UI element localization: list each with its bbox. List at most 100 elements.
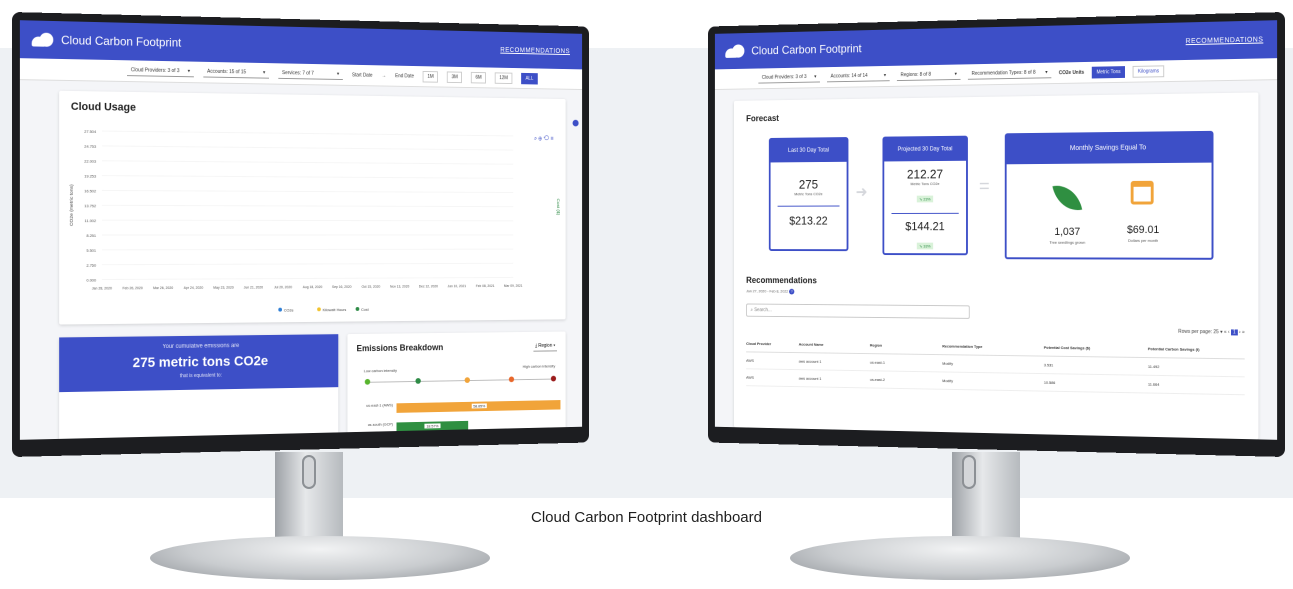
y-tick-label: 16.502 bbox=[84, 188, 96, 193]
intensity-dot bbox=[550, 375, 557, 382]
cloud-logo-icon bbox=[32, 32, 54, 46]
monthly-savings-card: Monthly Savings Equal To 1,037 Tree seed… bbox=[1004, 130, 1214, 260]
calendar-icon bbox=[1130, 180, 1154, 205]
x-tick-label: Sep 16, 2020 bbox=[332, 285, 352, 289]
grid-line bbox=[102, 249, 513, 250]
pagination-last-icon[interactable]: » bbox=[1242, 330, 1245, 336]
range-all[interactable]: ALL bbox=[521, 72, 538, 85]
app-title: Cloud Carbon Footprint bbox=[61, 33, 182, 50]
projected-co2: 212.27 bbox=[906, 166, 944, 182]
x-tick-label: Jun 21, 2020 bbox=[244, 285, 263, 289]
table-cell: 11.492 bbox=[1147, 363, 1160, 370]
chevron-down-icon: ▾ bbox=[336, 71, 340, 78]
y-tick-label: 22.003 bbox=[84, 159, 97, 164]
accounts-filter[interactable]: Accounts: 14 of 14 ▾ bbox=[827, 70, 890, 83]
info-icon[interactable]: ? bbox=[789, 288, 795, 295]
accounts-filter[interactable]: Accounts: 15 of 15 ▾ bbox=[203, 66, 270, 79]
breakdown-bar[interactable]: 58.85% bbox=[396, 400, 561, 413]
legend-label: CO2e bbox=[284, 308, 294, 313]
regions-filter[interactable]: Regions: 8 of 8 ▾ bbox=[896, 69, 961, 82]
table-cell: aws account 1 bbox=[798, 375, 822, 381]
y-tick-label: 13.752 bbox=[84, 203, 96, 208]
projected-cost-change-badge: ⇘ 33% bbox=[916, 242, 934, 250]
y-tick-label: 5.501 bbox=[86, 248, 96, 253]
x-tick-label: Jan 28, 2020 bbox=[92, 286, 112, 290]
left-monitor-bezel: Cloud Carbon Footprint RECOMMENDATIONS C… bbox=[12, 12, 590, 457]
recommendations-link[interactable]: RECOMMENDATIONS bbox=[500, 46, 570, 54]
intensity-scale bbox=[367, 378, 555, 383]
equals-icon: = bbox=[978, 176, 990, 198]
legend-swatch bbox=[317, 307, 321, 312]
range-6m[interactable]: 6M bbox=[471, 71, 487, 84]
pagination-prev-icon[interactable]: ‹ bbox=[1228, 329, 1230, 335]
end-date-input[interactable]: End Date bbox=[395, 73, 414, 79]
range-3m[interactable]: 3M bbox=[447, 70, 463, 83]
search-box[interactable]: ⌕ Search... bbox=[746, 303, 970, 319]
forecast-card: Forecast Last 30 Day Total 275 Metric To… bbox=[733, 92, 1259, 440]
y-tick-label: 19.253 bbox=[84, 173, 97, 178]
x-tick-label: Jul 20, 2020 bbox=[274, 285, 292, 289]
legend-label: Kilowatt Hours bbox=[323, 307, 347, 312]
recommendations-range: Jan 27, 2020 - Feb 8, 2022 ? bbox=[746, 288, 795, 295]
col-header[interactable]: Cloud Provider bbox=[746, 341, 799, 346]
co2e-units-label: CO2e Units bbox=[1058, 69, 1085, 76]
unit-metric-tons[interactable]: Metric Tons bbox=[1091, 65, 1126, 78]
x-tick-label: Dec 12, 2020 bbox=[419, 284, 438, 288]
col-header[interactable]: Recommendation Type bbox=[942, 344, 1044, 350]
col-header[interactable]: Potential Cost Savings ($) bbox=[1044, 345, 1148, 351]
breakdown-title: Emissions Breakdown bbox=[356, 342, 444, 354]
grid-line bbox=[102, 263, 513, 264]
arrow-right-icon: → bbox=[381, 72, 387, 79]
y-axis-label-right: Cost ($) bbox=[555, 198, 560, 215]
dollars-label: Dollars per month bbox=[1128, 237, 1159, 243]
last-30-title: Last 30 Day Total bbox=[770, 138, 847, 163]
cloud-providers-filter[interactable]: Cloud Providers: 3 of 3 ▾ bbox=[127, 65, 194, 78]
pagination-next-icon[interactable]: › bbox=[1239, 330, 1241, 336]
col-header[interactable]: Region bbox=[870, 343, 942, 349]
legend-swatch bbox=[278, 307, 283, 312]
recommendation-types-filter[interactable]: Recommendation Types: 8 of 8 ▾ bbox=[967, 67, 1052, 80]
emissions-value: 275 metric tons CO2e bbox=[132, 352, 269, 371]
grid-line bbox=[102, 220, 513, 221]
x-tick-label: Feb 08, 2021 bbox=[476, 284, 495, 288]
chevron-down-icon: ▾ bbox=[883, 72, 887, 79]
chevron-down-icon: ▾ bbox=[262, 69, 266, 76]
grid-line bbox=[102, 131, 513, 136]
table-cell: AWS bbox=[746, 357, 754, 363]
cloud-usage-chart: 27.504 24.753 22.003 19.253 16.502 13.752 11.0… bbox=[69, 129, 561, 313]
cloud-logo-icon bbox=[725, 44, 744, 58]
recommendations-link[interactable]: RECOMMENDATIONS bbox=[1186, 36, 1264, 45]
left-screen: Cloud Carbon Footprint RECOMMENDATIONS C… bbox=[19, 20, 583, 440]
table-cell: us-east-2 bbox=[869, 376, 885, 383]
last-30-divider bbox=[777, 205, 840, 207]
pagination-first-icon[interactable]: « bbox=[1224, 329, 1227, 335]
rows-per-page[interactable]: Rows per page: 25 ▾ « ‹ 1 › » bbox=[1178, 329, 1245, 336]
projected-30-day-card: Projected 30 Day Total 212.27 Metric Ton… bbox=[882, 135, 968, 256]
scroll-indicator-icon[interactable] bbox=[572, 119, 579, 127]
pagination-page-1[interactable]: 1 bbox=[1230, 329, 1238, 336]
unit-kilograms[interactable]: Kilograms bbox=[1133, 64, 1164, 78]
chevron-down-icon: ▾ bbox=[1045, 69, 1048, 76]
col-header[interactable]: Account Name bbox=[799, 342, 870, 348]
table-cell: Modify bbox=[942, 378, 954, 384]
services-filter[interactable]: Services: 7 of 7 ▾ bbox=[278, 68, 343, 81]
emissions-intro: Your cumulative emissions are bbox=[162, 343, 240, 351]
projected-cost: $144.21 bbox=[905, 219, 945, 234]
start-date-input[interactable]: Start Date bbox=[352, 72, 373, 78]
chevron-down-icon: ▾ bbox=[187, 68, 191, 75]
last-30-day-card: Last 30 Day Total 275 Metric Tons CO2e $… bbox=[768, 137, 849, 252]
range-1m[interactable]: 1M bbox=[422, 70, 439, 83]
range-12m[interactable]: 12M bbox=[494, 71, 513, 84]
cumulative-emissions-card: Your cumulative emissions are 275 metric… bbox=[59, 334, 339, 440]
dollars-value: $69.01 bbox=[1127, 224, 1160, 236]
breakdown-select[interactable]: ⤓ Region ▾ bbox=[533, 341, 557, 352]
high-intensity-label: High carbon intensity bbox=[522, 363, 556, 369]
breakdown-bar-label: us-south (GCP) bbox=[367, 421, 393, 427]
breakdown-bar[interactable]: 18.57% bbox=[396, 420, 469, 433]
x-tick-label: May 23, 2020 bbox=[213, 286, 233, 290]
col-header[interactable]: Potential Carbon Savings (t) bbox=[1148, 346, 1245, 352]
table-cell: aws account 1 bbox=[798, 358, 822, 364]
trees-label: Tree seedlings grown bbox=[1049, 239, 1086, 245]
cloud-providers-filter[interactable]: Cloud Providers: 3 of 3 ▾ bbox=[758, 72, 820, 84]
grid-line bbox=[102, 146, 513, 150]
